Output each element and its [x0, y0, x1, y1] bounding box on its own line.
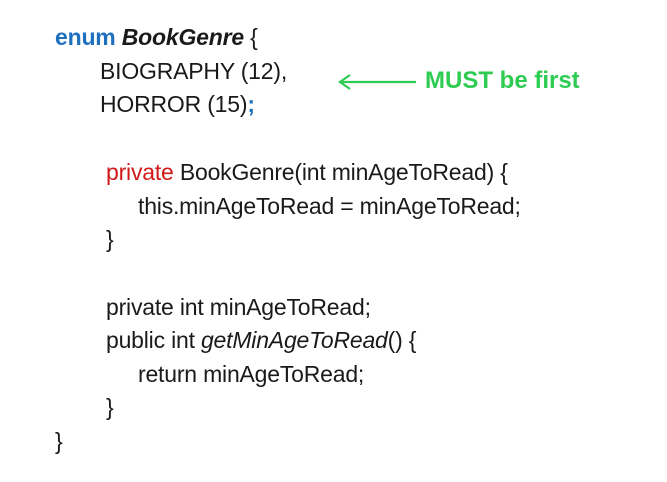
- getter-params: () {: [387, 327, 417, 353]
- code-line-biography: BIOGRAPHY (12),: [100, 58, 288, 84]
- open-brace: {: [243, 24, 258, 50]
- must-be-first-annotation: MUST be first: [425, 67, 580, 94]
- enum-keyword: enum: [55, 24, 116, 50]
- code-line-assignment: this.minAgeToRead = minAgeToRead;: [138, 193, 521, 219]
- private-keyword: private: [106, 159, 174, 185]
- getter-method-name: getMinAgeToRead: [200, 327, 388, 353]
- code-line-return: return minAgeToRead;: [138, 361, 365, 387]
- code-line-getter: public int getMinAgeToRead() {: [106, 325, 416, 355]
- enum-name: BookGenre: [121, 24, 244, 50]
- code-line-close-getter: }: [106, 394, 114, 420]
- code-line-close-enum: }: [55, 428, 63, 454]
- code-line-constructor: private BookGenre(int minAgeToRead) {: [106, 157, 508, 187]
- code-line-close-constructor: }: [106, 226, 114, 252]
- horror-constant: HORROR (15): [100, 91, 248, 117]
- slide: enum BookGenre { BIOGRAPHY (12), HORROR …: [0, 0, 667, 482]
- constructor-signature: BookGenre(int minAgeToRead) {: [173, 159, 508, 185]
- semicolon: ;: [247, 91, 255, 117]
- code-line-horror: HORROR (15);: [100, 89, 255, 119]
- code-line-field: private int minAgeToRead;: [106, 294, 371, 320]
- left-arrow-icon: [338, 74, 416, 90]
- code-line-enum-declaration: enum BookGenre {: [55, 22, 258, 52]
- getter-modifiers: public int: [106, 327, 201, 353]
